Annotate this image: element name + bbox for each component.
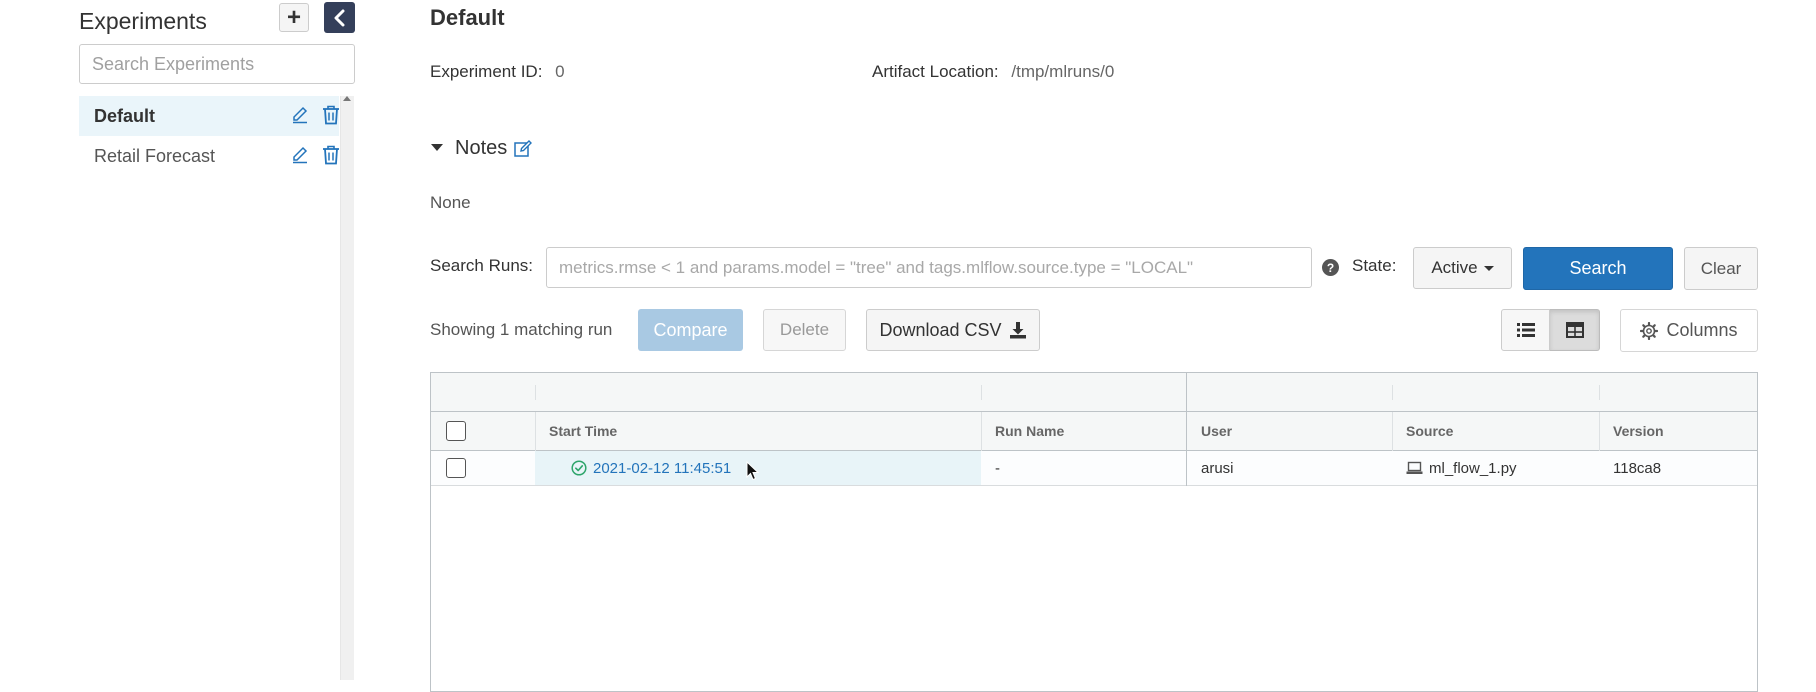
- source-cell: ml_flow_1.py: [1392, 451, 1599, 485]
- column-header-start-time[interactable]: Start Time: [535, 412, 981, 450]
- artifact-location-label: Artifact Location: [872, 62, 994, 81]
- table-header-row: Start Time Run Name User Source Version: [431, 412, 1757, 451]
- mouse-cursor-icon: [746, 461, 760, 481]
- experiment-item-label: Retail Forecast: [94, 145, 216, 166]
- trash-icon[interactable]: [322, 145, 340, 165]
- table-icon: [1565, 322, 1584, 338]
- download-csv-button[interactable]: Download CSV: [866, 309, 1040, 351]
- search-runs-label: Search Runs:: [430, 256, 533, 275]
- experiment-id-label: Experiment ID: [430, 62, 538, 81]
- sidebar-title: Experiments: [79, 8, 207, 34]
- gear-icon: [1640, 321, 1659, 340]
- table-view-button[interactable]: [1550, 309, 1600, 351]
- experiment-title: Default: [430, 5, 505, 30]
- table-row[interactable]: 2021-02-12 11:45:51 - arusi ml_flow_1.py…: [431, 451, 1757, 486]
- add-experiment-button[interactable]: +: [279, 3, 309, 32]
- column-header-run-name[interactable]: Run Name: [981, 412, 1186, 450]
- edit-icon[interactable]: [291, 106, 309, 124]
- state-value: Active: [1431, 258, 1478, 277]
- experiment-item-retail-forecast[interactable]: Retail Forecast: [79, 136, 339, 176]
- experiment-item-default[interactable]: Default: [79, 96, 339, 136]
- row-select-checkbox[interactable]: [446, 458, 466, 478]
- column-header-version[interactable]: Version: [1599, 412, 1757, 450]
- select-all-checkbox[interactable]: [446, 421, 466, 441]
- user-cell: arusi: [1201, 459, 1234, 477]
- check-circle-icon: [571, 460, 587, 476]
- delete-button[interactable]: Delete: [763, 309, 846, 351]
- download-csv-label: Download CSV: [879, 319, 1002, 340]
- run-link[interactable]: 2021-02-12 11:45:51: [535, 460, 731, 477]
- scroll-up-arrow-icon[interactable]: [343, 96, 351, 101]
- list-view-button[interactable]: [1501, 309, 1550, 351]
- experiment-id: Experiment ID: 0: [430, 62, 565, 81]
- caret-down-icon[interactable]: [431, 144, 443, 151]
- columns-button[interactable]: Columns: [1620, 309, 1758, 352]
- edit-notes-icon[interactable]: [514, 140, 532, 158]
- view-toggle: [1501, 309, 1600, 351]
- column-group-header: [431, 373, 1757, 412]
- column-header-source[interactable]: Source: [1392, 412, 1599, 450]
- experiment-item-label: Default: [94, 105, 156, 126]
- experiment-id-value: 0: [555, 62, 565, 81]
- run-name-cell: -: [995, 459, 1000, 477]
- state-label: State:: [1352, 256, 1397, 275]
- artifact-location-value: /tmp/mlruns/0: [1011, 62, 1115, 81]
- sidebar-scrollbar[interactable]: [340, 96, 354, 680]
- matching-runs-count: Showing 1 matching run: [430, 320, 613, 339]
- source-value[interactable]: ml_flow_1.py: [1429, 460, 1517, 477]
- search-experiments-input[interactable]: [79, 44, 355, 84]
- laptop-icon: [1406, 461, 1423, 474]
- runs-table: Start Time Run Name User Source Version …: [430, 372, 1758, 692]
- collapse-sidebar-button[interactable]: [324, 2, 355, 33]
- chevron-left-icon: [334, 9, 344, 26]
- artifact-location: Artifact Location: /tmp/mlruns/0: [872, 62, 1115, 81]
- plus-icon: +: [286, 3, 301, 31]
- compare-button[interactable]: Compare: [638, 309, 743, 351]
- state-dropdown[interactable]: Active: [1413, 247, 1512, 289]
- list-icon: [1516, 323, 1535, 337]
- version-cell: 118ca8: [1613, 459, 1662, 477]
- help-icon[interactable]: ?: [1322, 259, 1339, 276]
- column-header-user[interactable]: User: [1187, 412, 1392, 450]
- start-time-value: 2021-02-12 11:45:51: [593, 459, 732, 477]
- search-button[interactable]: Search: [1523, 247, 1673, 290]
- notes-content: None: [430, 193, 471, 212]
- edit-icon[interactable]: [291, 146, 309, 164]
- notes-title[interactable]: Notes: [455, 137, 507, 160]
- download-icon: [1009, 322, 1026, 339]
- clear-button[interactable]: Clear: [1684, 247, 1758, 290]
- search-runs-input[interactable]: [546, 247, 1312, 288]
- columns-label: Columns: [1666, 320, 1738, 340]
- caret-down-icon: [1483, 265, 1494, 271]
- trash-icon[interactable]: [322, 105, 340, 125]
- experiment-list: Default Retail Forecast: [79, 96, 339, 176]
